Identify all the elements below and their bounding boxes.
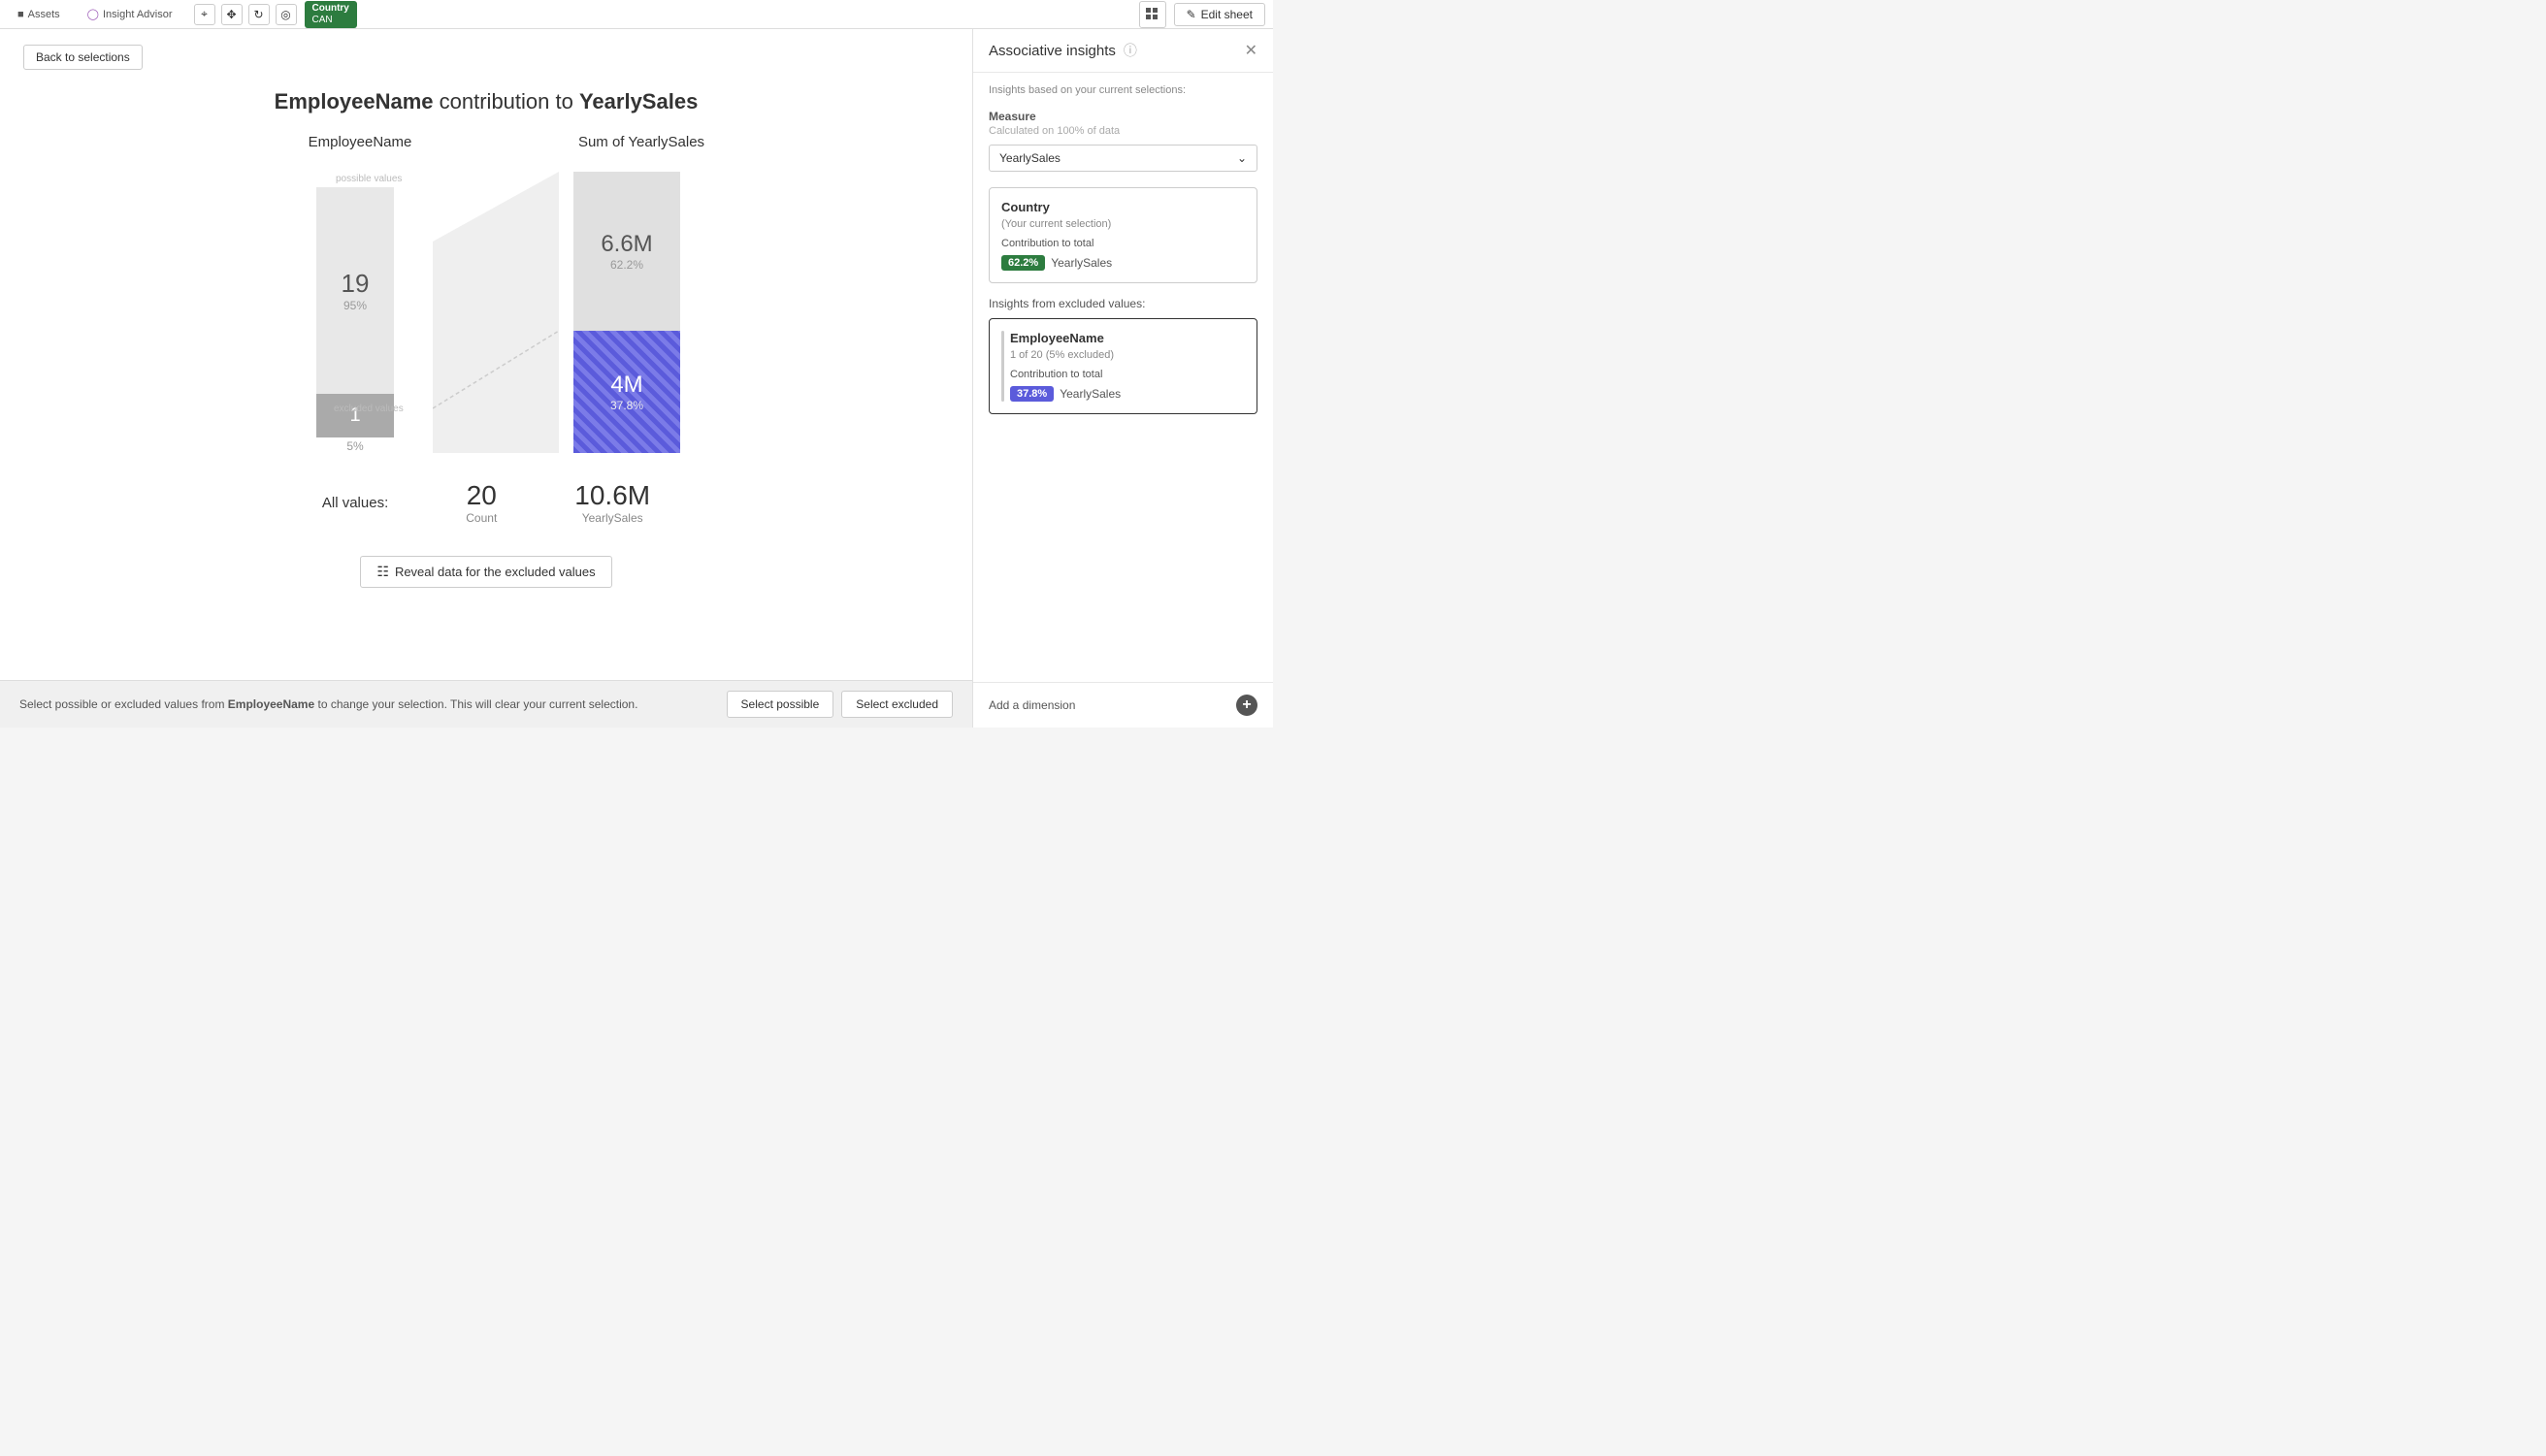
reveal-btn-row: ☷ Reveal data for the excluded values (23, 556, 949, 588)
chart-title-dimension: EmployeeName (275, 89, 434, 113)
assets-label: Assets (28, 9, 60, 20)
panel-title-row: Associative insights ⓘ (989, 41, 1137, 60)
main-layout: Back to selections EmployeeName contribu… (0, 29, 1273, 728)
country-badge: 62.2% (1001, 255, 1045, 271)
country-measure-label: YearlySales (1051, 256, 1112, 270)
bottom-bar: Select possible or excluded values from … (0, 680, 972, 728)
bottom-bar-buttons: Select possible Select excluded (727, 691, 953, 718)
selection-chip[interactable]: Country CAN (305, 1, 357, 28)
panel-body: Insights based on your current selection… (973, 73, 1273, 682)
edit-icon: ✎ (1187, 8, 1196, 21)
country-insight-card: Country (Your current selection) Contrib… (989, 187, 1257, 283)
employee-contribution-row: 37.8% YearlySales (1010, 386, 1245, 402)
sales-possible-bar: 6.6M 62.2% (573, 172, 680, 331)
bottom-text-suffix: to change your selection. This will clea… (314, 697, 637, 711)
right-bar-area: 6.6M 62.2% 4M 37.8% (559, 172, 695, 453)
add-dimension-label: Add a dimension (989, 698, 1075, 712)
country-card-sub: (Your current selection) (1001, 218, 1245, 230)
employee-insight-card: EmployeeName 1 of 20 (5% excluded) Contr… (989, 318, 1257, 414)
sales-possible-val: 6.6M (601, 231, 652, 258)
topbar-right: ✎ Edit sheet (1139, 1, 1265, 28)
panel-title: Associative insights (989, 43, 1116, 59)
reveal-excluded-button[interactable]: ☷ Reveal data for the excluded values (360, 556, 611, 588)
edit-sheet-label: Edit sheet (1201, 8, 1253, 21)
country-card-title: Country (1001, 200, 1245, 214)
insight-icon: ◯ (87, 8, 99, 20)
all-sales-sub: YearlySales (574, 511, 650, 525)
employee-card-sub: 1 of 20 (5% excluded) (1010, 349, 1245, 361)
possible-values-label: possible values (336, 174, 402, 184)
country-contribution-label: Contribution to total (1001, 238, 1245, 249)
excluded-pct: 5% (346, 439, 363, 453)
assets-icon: ■ (17, 9, 24, 20)
close-panel-icon[interactable]: ✕ (1245, 41, 1257, 60)
measure-select[interactable]: YearlySales ⌄ (989, 145, 1257, 172)
measure-section-label: Measure (989, 110, 1257, 123)
all-values-label: All values: (322, 495, 388, 511)
measure-section-sub: Calculated on 100% of data (989, 125, 1257, 137)
toolbar-icons: ⌖ ✥ ↻ ◎ (194, 4, 297, 25)
excluded-section-label: Insights from excluded values: (989, 297, 1257, 310)
accent-bar (1001, 331, 1004, 402)
employee-card-title: EmployeeName (1010, 331, 1245, 345)
add-dimension-row[interactable]: Add a dimension + (973, 682, 1273, 728)
excluded-bar: 1 (316, 394, 394, 437)
employee-contribution-label: Contribution to total (1010, 369, 1245, 380)
possible-bar: 19 95% (316, 187, 394, 394)
assets-tab[interactable]: ■ Assets (8, 0, 70, 28)
measure-value: YearlySales (999, 151, 1061, 165)
country-contribution-row: 62.2% YearlySales (1001, 255, 1245, 271)
chart-title-connector: contribution to (434, 89, 579, 113)
bottom-field: EmployeeName (228, 697, 314, 711)
chevron-down-icon: ⌄ (1237, 151, 1247, 165)
add-dimension-button[interactable]: + (1236, 695, 1257, 716)
table-icon: ☷ (376, 564, 389, 580)
right-panel: Associative insights ⓘ ✕ Insights based … (972, 29, 1273, 728)
sales-excluded-bar: 4M 37.8% (573, 331, 680, 453)
zoom-icon[interactable]: ⌖ (194, 4, 215, 25)
chart-title: EmployeeName contribution to YearlySales (23, 89, 949, 114)
bottom-text-prefix: Select possible or excluded values from (19, 697, 228, 711)
rotate-icon[interactable]: ↻ (248, 4, 270, 25)
target-icon[interactable]: ◎ (276, 4, 297, 25)
sales-possible-pct: 62.2% (610, 258, 643, 272)
insight-label: Insight Advisor (103, 9, 173, 20)
left-bar-area: possible values 19 95% excluded values 1… (277, 172, 433, 453)
info-icon[interactable]: ⓘ (1124, 41, 1137, 60)
edit-sheet-button[interactable]: ✎ Edit sheet (1174, 3, 1265, 26)
all-sales-stat: 10.6M YearlySales (574, 480, 650, 525)
expand-icon[interactable]: ✥ (221, 4, 243, 25)
sales-excluded-val: 4M (610, 372, 642, 399)
content-area: Back to selections EmployeeName contribu… (0, 29, 972, 728)
col1-header: EmployeeName (244, 134, 476, 150)
reveal-btn-label: Reveal data for the excluded values (395, 565, 596, 579)
employee-measure-label: YearlySales (1060, 387, 1121, 401)
chart-title-measure: YearlySales (579, 89, 698, 113)
possible-pct: 95% (343, 299, 367, 312)
all-values-row: All values: 20 Count 10.6M YearlySales (23, 469, 949, 536)
select-possible-button[interactable]: Select possible (727, 691, 834, 718)
bottom-bar-text: Select possible or excluded values from … (19, 697, 727, 711)
topbar: ■ Assets ◯ Insight Advisor ⌖ ✥ ↻ ◎ Count… (0, 0, 1273, 29)
all-sales: 10.6M (574, 480, 650, 511)
triangle-connector (433, 172, 559, 453)
select-excluded-button[interactable]: Select excluded (841, 691, 953, 718)
employee-badge: 37.8% (1010, 386, 1054, 402)
col2-header: Sum of YearlySales (554, 134, 729, 150)
grid-view-icon[interactable] (1139, 1, 1166, 28)
all-count-stat: 20 Count (466, 480, 497, 525)
panel-header: Associative insights ⓘ ✕ (973, 29, 1273, 73)
excluded-values-label: excluded values (334, 404, 404, 414)
all-count: 20 (466, 480, 497, 511)
possible-count: 19 (342, 269, 370, 299)
all-count-sub: Count (466, 511, 497, 525)
selection-field: Country (312, 3, 349, 15)
sales-excluded-pct: 37.8% (610, 399, 643, 412)
insight-tab[interactable]: ◯ Insight Advisor (78, 0, 182, 28)
panel-subtitle: Insights based on your current selection… (989, 84, 1257, 96)
back-to-selections-button[interactable]: Back to selections (23, 45, 143, 70)
selection-value: CAN (312, 15, 349, 26)
